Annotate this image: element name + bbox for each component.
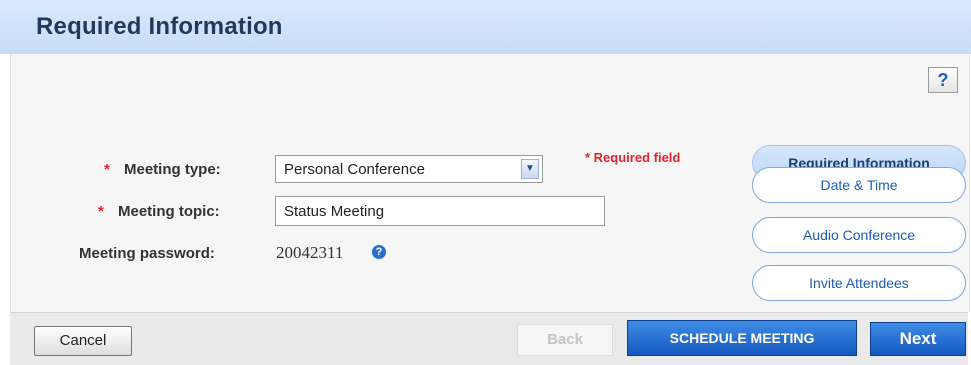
next-button[interactable]: Next: [870, 322, 966, 356]
page-header: Required Information: [0, 0, 971, 54]
meeting-type-required-marker: *: [104, 161, 110, 178]
meeting-type-select[interactable]: Personal Conference ▼: [275, 155, 543, 183]
cancel-button[interactable]: Cancel: [34, 326, 132, 356]
meeting-type-value: Personal Conference: [284, 161, 425, 178]
schedule-meeting-button[interactable]: SCHEDULE MEETING: [627, 320, 857, 356]
back-button[interactable]: Back: [517, 324, 613, 356]
step-date-time[interactable]: Date & Time: [752, 167, 966, 203]
question-icon: ?: [937, 70, 949, 90]
meeting-type-label: Meeting type:: [124, 161, 221, 178]
chevron-down-icon[interactable]: ▼: [521, 159, 539, 179]
meeting-topic-input[interactable]: Status Meeting: [275, 196, 605, 226]
meeting-topic-value: Status Meeting: [284, 203, 385, 220]
help-button[interactable]: ?: [928, 67, 958, 93]
step-audio-conference[interactable]: Audio Conference: [752, 217, 966, 253]
meeting-topic-label: Meeting topic:: [118, 203, 220, 220]
required-field-note: * Required field: [585, 150, 681, 165]
meeting-password-value: 20042311: [276, 243, 344, 262]
meeting-topic-required-marker: *: [98, 203, 104, 220]
step-invite-attendees[interactable]: Invite Attendees: [752, 265, 966, 301]
page-title: Required Information: [36, 13, 283, 40]
meeting-password-label: Meeting password:: [79, 245, 215, 262]
info-icon[interactable]: ?: [372, 245, 386, 259]
